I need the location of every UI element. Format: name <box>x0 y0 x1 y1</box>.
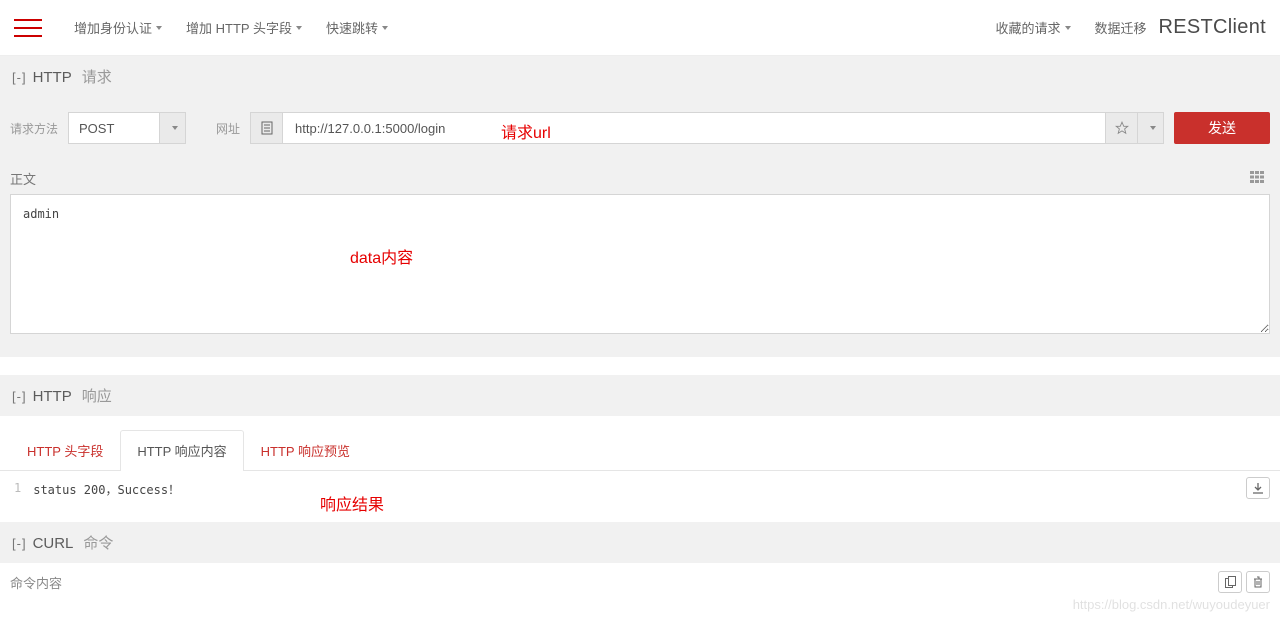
url-input[interactable] <box>283 113 1105 143</box>
curl-title: CURL <box>33 535 74 552</box>
tab-headers[interactable]: HTTP 头字段 <box>10 430 120 470</box>
trash-icon <box>1253 576 1263 588</box>
method-label: 请求方法 <box>10 120 58 137</box>
url-label: 网址 <box>216 120 240 137</box>
line-number: 1 <box>10 479 29 500</box>
chevron-down-icon <box>296 26 302 30</box>
menu-favorites[interactable]: 收藏的请求 <box>983 18 1082 37</box>
curl-footer: 命令内容 <box>0 563 1280 607</box>
menu-add-headers-label: 增加 HTTP 头字段 <box>186 18 292 37</box>
menu-data-migrate[interactable]: 数据迁移 <box>1083 18 1159 37</box>
response-subtitle: 响应 <box>82 385 112 406</box>
download-button[interactable] <box>1246 477 1270 499</box>
chevron-down-icon <box>382 26 388 30</box>
topbar: 增加身份认证 增加 HTTP 头字段 快速跳转 收藏的请求 数据迁移 RESTC… <box>0 0 1280 56</box>
document-icon-svg <box>261 121 273 135</box>
star-icon <box>1115 121 1129 135</box>
curl-content-label: 命令内容 <box>10 573 62 592</box>
copy-button[interactable] <box>1218 571 1242 593</box>
collapse-toggle[interactable]: [-] <box>12 70 27 85</box>
response-tabs: HTTP 头字段 HTTP 响应内容 HTTP 响应预览 <box>0 422 1280 471</box>
curl-subtitle: 命令 <box>83 532 113 553</box>
hamburger-icon[interactable] <box>14 16 42 40</box>
menu-favorites-label: 收藏的请求 <box>995 18 1060 37</box>
request-title: HTTP <box>33 69 72 86</box>
chevron-down-icon <box>1065 26 1071 30</box>
request-body-block: 正文 data内容 <box>0 159 1280 357</box>
request-config-row: 请求方法 POST 网址 请求url 发送 <box>0 97 1280 159</box>
menu-data-migrate-label: 数据迁移 <box>1095 18 1147 37</box>
response-section-header: [-] HTTP 响应 <box>0 375 1280 416</box>
collapse-toggle[interactable]: [-] <box>12 389 27 404</box>
download-icon <box>1253 483 1263 494</box>
send-button[interactable]: 发送 <box>1174 112 1270 144</box>
response-content: 1 status 200，Success！ 响应结果 <box>0 471 1280 508</box>
favorite-button[interactable] <box>1105 113 1137 143</box>
menu-quick-jump-label: 快速跳转 <box>326 18 378 37</box>
chevron-down-icon <box>1150 126 1156 130</box>
method-dropdown-button[interactable] <box>159 113 185 143</box>
menu-add-auth-label: 增加身份认证 <box>74 18 152 37</box>
menu-add-headers[interactable]: 增加 HTTP 头字段 <box>174 18 314 37</box>
chevron-down-icon <box>172 126 178 130</box>
tab-response-body[interactable]: HTTP 响应内容 <box>120 430 243 471</box>
request-body-textarea[interactable] <box>10 194 1270 334</box>
method-select[interactable]: POST <box>68 112 186 144</box>
copy-icon <box>1225 576 1236 588</box>
body-label: 正文 <box>10 169 36 188</box>
url-input-group: 请求url <box>250 112 1164 144</box>
request-section-header: [-] HTTP 请求 <box>0 56 1280 97</box>
collapse-toggle[interactable]: [-] <box>12 536 27 551</box>
grid-icon[interactable] <box>1250 171 1264 186</box>
method-value: POST <box>69 121 159 136</box>
url-history-dropdown[interactable] <box>1137 113 1163 143</box>
menu-add-auth[interactable]: 增加身份认证 <box>62 18 174 37</box>
tab-response-preview[interactable]: HTTP 响应预览 <box>244 430 367 470</box>
response-panel: HTTP 头字段 HTTP 响应内容 HTTP 响应预览 1 status 20… <box>0 416 1280 508</box>
menu-quick-jump[interactable]: 快速跳转 <box>314 18 400 37</box>
curl-section-header: [-] CURL 命令 <box>0 522 1280 563</box>
brand-logo: RESTClient <box>1159 16 1270 39</box>
response-line: status 200，Success！ <box>29 479 1270 500</box>
request-subtitle: 请求 <box>82 66 112 87</box>
response-title: HTTP <box>33 388 72 405</box>
delete-button[interactable] <box>1246 571 1270 593</box>
chevron-down-icon <box>156 26 162 30</box>
document-icon[interactable] <box>251 113 283 143</box>
